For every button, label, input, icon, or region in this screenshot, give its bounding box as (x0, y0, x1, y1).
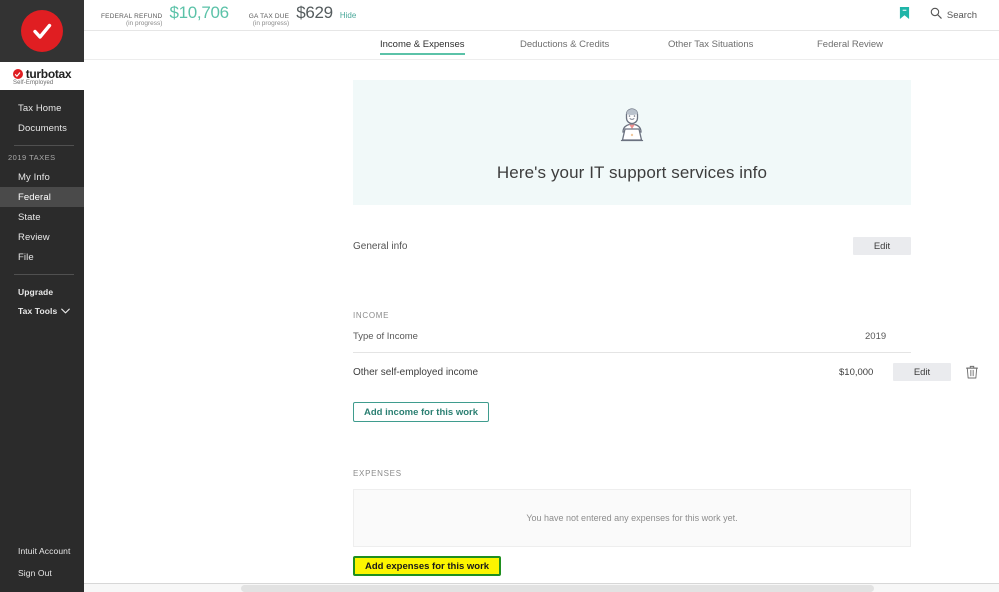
expenses-empty-state: You have not entered any expenses for th… (353, 489, 911, 547)
state-tax-due-amount: $629 (296, 2, 333, 22)
federal-refund-amount: $10,706 (169, 2, 229, 22)
turbotax-app-window: turbotax Self-Employed Tax Home Document… (0, 0, 999, 592)
table-row: Other self-employed income $10,000 Edit (353, 359, 978, 385)
hero-banner: Here's your IT support services info (353, 80, 911, 205)
page-title: Here's your IT support services info (496, 163, 768, 182)
sidebar-item-label: Upgrade (18, 286, 54, 297)
expenses-section-header: EXPENSES (353, 469, 402, 478)
sidebar-item-label: Sign Out (18, 568, 52, 578)
search-button[interactable]: Search (930, 6, 977, 24)
sidebar-item-file[interactable]: File (0, 247, 84, 267)
sidebar-item-label: Tax Home (18, 102, 62, 114)
sidebar-divider (14, 274, 74, 275)
sidebar-item-tax-tools[interactable]: Tax Tools (0, 301, 84, 320)
person-at-laptop-icon (608, 102, 656, 155)
sidebar-item-review[interactable]: Review (0, 227, 84, 247)
federal-refund-summary: FEDERAL REFUND (in progress) $10,706 (101, 3, 229, 28)
sidebar-item-documents[interactable]: Documents (0, 118, 84, 138)
sidebar-item-label: Federal (18, 191, 51, 203)
brand-edition: Self-Employed (13, 80, 54, 86)
sidebar-logo-block (0, 0, 84, 62)
federal-refund-caption: FEDERAL REFUND (101, 12, 163, 20)
tab-other-tax-situations[interactable]: Other Tax Situations (668, 39, 753, 55)
column-header-year: 2019 (865, 331, 887, 342)
tab-label: Other Tax Situations (668, 39, 754, 50)
sidebar: turbotax Self-Employed Tax Home Document… (0, 0, 84, 592)
sidebar-item-my-info[interactable]: My Info (0, 167, 84, 187)
search-label: Search (946, 9, 977, 21)
income-row-type: Other self-employed income (353, 366, 479, 378)
sidebar-divider (14, 145, 74, 146)
sidebar-item-upgrade[interactable]: Upgrade (0, 282, 84, 301)
tab-deductions-credits[interactable]: Deductions & Credits (520, 39, 609, 55)
search-icon (930, 6, 942, 24)
sidebar-item-label: Intuit Account (18, 546, 71, 556)
general-info-label: General info (353, 240, 408, 252)
tab-federal-review[interactable]: Federal Review (817, 39, 883, 55)
sidebar-item-label: My Info (18, 171, 50, 183)
state-tax-due-caption: GA TAX DUE (248, 12, 290, 20)
tab-label: Deductions & Credits (520, 39, 610, 50)
sidebar-footer: Intuit Account Sign Out (0, 540, 84, 592)
state-tax-due-summary: GA TAX DUE (in progress) $629 Hide (249, 3, 357, 28)
sidebar-item-intuit-account[interactable]: Intuit Account (0, 540, 84, 562)
column-header-type: Type of Income (353, 331, 418, 342)
sidebar-item-state[interactable]: State (0, 207, 84, 227)
edit-income-row-button[interactable]: Edit (893, 363, 951, 381)
brand-check-icon (12, 69, 23, 79)
sidebar-group-label: 2019 TAXES (8, 153, 56, 162)
sidebar-item-label: Tax Tools (18, 305, 58, 316)
sidebar-item-sign-out[interactable]: Sign Out (0, 562, 84, 584)
hide-amounts-link[interactable]: Hide (340, 11, 356, 20)
top-bar-actions: Search (899, 6, 977, 25)
brand-name: turbotax (25, 67, 72, 81)
sidebar-item-label: Documents (18, 122, 67, 134)
sidebar-item-label: File (18, 251, 34, 263)
add-income-button[interactable]: Add income for this work (353, 402, 490, 422)
general-info-row: General info Edit (353, 233, 911, 259)
tab-label: Federal Review (817, 39, 883, 50)
income-section-header: INCOME (353, 311, 390, 320)
tab-income-expenses[interactable]: Income & Expenses (380, 39, 465, 55)
income-table-header: Type of Income 2019 (353, 331, 911, 353)
add-expenses-button[interactable]: Add expenses for this work (353, 556, 502, 576)
bookmark-flag-icon[interactable] (899, 6, 910, 25)
sidebar-item-label: Review (18, 231, 50, 243)
trash-icon[interactable] (966, 365, 978, 379)
sidebar-item-federal[interactable]: Federal (0, 187, 84, 207)
sidebar-nav: Tax Home Documents 2019 TAXES My Info Fe… (0, 90, 84, 320)
state-tax-due-status: (in progress) (252, 20, 290, 27)
expenses-empty-message: You have not entered any expenses for th… (526, 513, 738, 523)
edit-general-info-button[interactable]: Edit (853, 237, 911, 255)
top-bar: FEDERAL REFUND (in progress) $10,706 GA … (84, 0, 999, 31)
section-tabs: Income & Expenses Deductions & Credits O… (84, 32, 999, 60)
sidebar-item-tax-home[interactable]: Tax Home (0, 98, 84, 118)
brand-block: turbotax Self-Employed (0, 62, 84, 90)
chevron-down-icon (61, 306, 70, 316)
tab-label: Income & Expenses (380, 39, 465, 50)
horizontal-scrollbar[interactable] (84, 583, 999, 592)
main-content: Here's your IT support services info Gen… (84, 61, 999, 592)
federal-refund-status: (in progress) (125, 20, 163, 27)
sidebar-item-label: State (18, 211, 41, 223)
horizontal-scrollbar-thumb[interactable] (241, 585, 874, 592)
checkmark-circle-icon (21, 10, 63, 52)
income-row-amount: $10,000 (839, 366, 874, 378)
